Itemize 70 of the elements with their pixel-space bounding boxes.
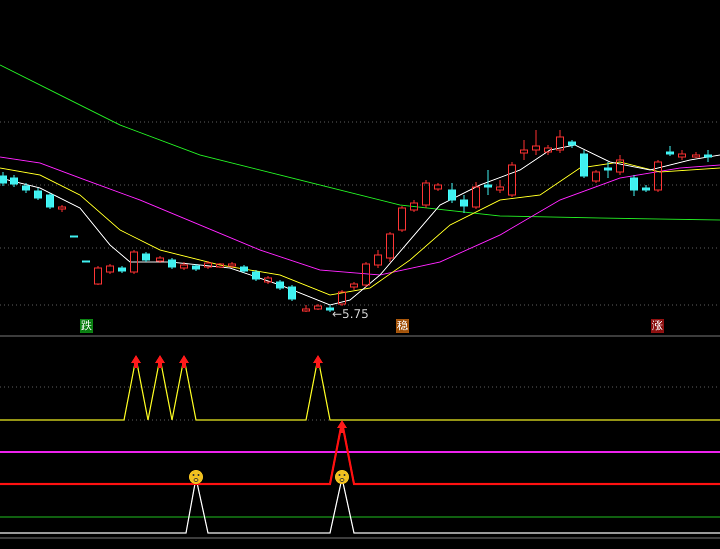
candlestick <box>240 264 248 274</box>
candlestick <box>410 200 418 212</box>
candlestick <box>374 250 382 268</box>
arrow-up-icon <box>179 355 189 368</box>
candlestick <box>70 236 78 238</box>
candlestick <box>556 130 564 154</box>
candlestick <box>496 180 504 194</box>
candlestick <box>422 180 430 208</box>
arrow-up-icon <box>155 355 165 368</box>
candlestick <box>22 182 30 194</box>
candlestick <box>34 188 42 200</box>
price-label: ←5.75 <box>332 307 369 321</box>
candlestick <box>616 154 624 176</box>
candlestick <box>264 276 272 284</box>
candlestick <box>520 140 528 160</box>
candlestick <box>350 282 358 290</box>
candlestick <box>276 280 284 290</box>
arrow-up-icon <box>313 355 323 368</box>
candlestick <box>434 182 442 192</box>
candlestick <box>678 150 686 160</box>
candlestick <box>508 162 516 198</box>
candlestick <box>484 170 492 196</box>
candlestick <box>10 174 18 188</box>
candlestick <box>398 206 406 232</box>
signal-badge: 跌 <box>80 319 93 333</box>
candlestick <box>142 252 150 262</box>
candlestick <box>216 262 224 268</box>
signal-badge: 稳 <box>396 319 409 333</box>
candlestick <box>386 232 394 262</box>
candlestick <box>130 250 138 274</box>
candlestick <box>156 256 164 264</box>
candlestick <box>642 184 650 192</box>
candlestick <box>118 266 126 274</box>
candlestick <box>666 146 674 156</box>
candlestick <box>204 260 212 270</box>
candlestick <box>704 150 712 162</box>
candlestick <box>58 204 66 212</box>
candlestick <box>568 140 576 148</box>
candlestick <box>362 262 370 288</box>
candlestick <box>630 174 638 196</box>
candlestick <box>302 304 310 312</box>
candlestick <box>604 162 612 178</box>
candlestick <box>544 144 552 156</box>
candlestick <box>0 172 7 186</box>
candlestick <box>326 304 334 312</box>
candlestick <box>580 150 588 178</box>
candlestick <box>228 262 236 268</box>
candlestick <box>314 304 322 310</box>
arrow-up-icon <box>131 355 141 368</box>
candlestick <box>532 130 540 156</box>
candlestick <box>448 182 456 204</box>
candlestick <box>654 160 662 192</box>
signal-badge: 涨 <box>651 319 664 333</box>
smiley-icon <box>189 470 203 484</box>
candlestick <box>288 284 296 302</box>
candlestick <box>168 258 176 270</box>
smiley-icon <box>335 470 349 484</box>
candlestick <box>338 290 346 306</box>
candlestick <box>94 266 102 286</box>
candlestick <box>106 264 114 274</box>
candlestick <box>252 270 260 282</box>
candlestick <box>192 264 200 272</box>
candlestick <box>460 194 468 214</box>
arrow-up-icon <box>337 420 347 433</box>
candlestick <box>592 170 600 184</box>
candlestick <box>472 182 480 210</box>
candlestick <box>46 192 54 210</box>
candlestick <box>692 152 700 158</box>
candlestick <box>180 262 188 270</box>
candlestick <box>82 260 90 262</box>
